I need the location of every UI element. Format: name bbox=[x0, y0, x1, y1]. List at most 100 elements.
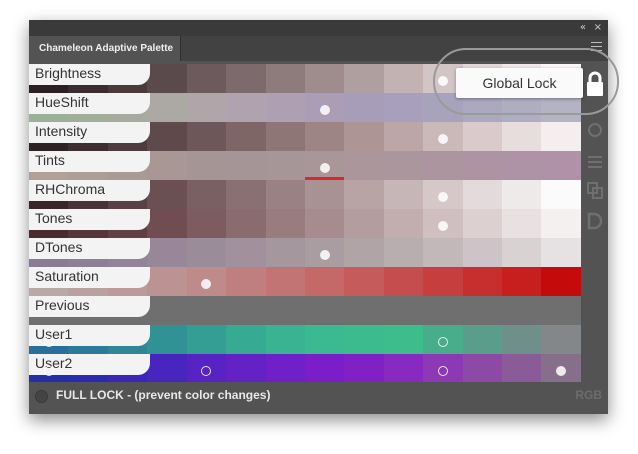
color-swatch[interactable] bbox=[462, 267, 503, 296]
color-mode-label[interactable]: RGB bbox=[575, 387, 602, 403]
color-swatch[interactable] bbox=[147, 151, 187, 180]
color-swatch[interactable] bbox=[304, 64, 345, 93]
color-swatch[interactable] bbox=[265, 122, 305, 151]
color-swatch[interactable] bbox=[462, 238, 503, 267]
color-swatch[interactable] bbox=[186, 180, 227, 209]
color-swatch[interactable] bbox=[344, 151, 384, 180]
color-swatch[interactable] bbox=[186, 238, 227, 267]
color-swatch[interactable] bbox=[186, 151, 227, 180]
color-swatch[interactable] bbox=[344, 180, 384, 209]
color-swatch[interactable] bbox=[147, 238, 187, 267]
color-swatch[interactable] bbox=[541, 267, 581, 296]
color-swatch[interactable] bbox=[423, 296, 463, 325]
color-swatch[interactable] bbox=[226, 180, 266, 209]
color-swatch[interactable] bbox=[502, 354, 542, 383]
color-swatch[interactable] bbox=[344, 325, 384, 354]
collapse-panel-button[interactable]: « bbox=[580, 21, 586, 35]
color-swatch[interactable] bbox=[186, 209, 227, 238]
color-swatch[interactable] bbox=[304, 325, 345, 354]
row-label-tones[interactable]: Tones bbox=[29, 209, 150, 230]
color-swatch[interactable] bbox=[502, 209, 542, 238]
color-swatch[interactable] bbox=[186, 296, 227, 325]
color-swatch[interactable] bbox=[541, 325, 581, 354]
color-swatch[interactable] bbox=[265, 209, 305, 238]
color-swatch[interactable] bbox=[226, 64, 266, 93]
color-swatch[interactable] bbox=[541, 296, 581, 325]
row-label-saturation[interactable]: Saturation bbox=[29, 267, 150, 288]
color-swatch[interactable] bbox=[265, 354, 305, 383]
panel-tab[interactable]: Chameleon Adaptive Palette bbox=[29, 36, 181, 61]
color-swatch[interactable] bbox=[462, 180, 503, 209]
color-swatch[interactable] bbox=[502, 325, 542, 354]
color-swatch[interactable] bbox=[147, 267, 187, 296]
global-lock-button[interactable]: Global Lock bbox=[456, 68, 583, 98]
color-swatch[interactable] bbox=[304, 209, 345, 238]
color-swatch[interactable] bbox=[226, 267, 266, 296]
color-swatch[interactable] bbox=[344, 93, 384, 122]
color-swatch[interactable] bbox=[226, 209, 266, 238]
color-swatch[interactable] bbox=[541, 180, 581, 209]
close-panel-button[interactable]: × bbox=[594, 21, 602, 35]
color-swatch[interactable] bbox=[344, 238, 384, 267]
color-swatch[interactable] bbox=[502, 151, 542, 180]
color-swatch[interactable] bbox=[186, 122, 227, 151]
color-swatch[interactable] bbox=[541, 209, 581, 238]
color-swatch[interactable] bbox=[462, 325, 503, 354]
color-swatch[interactable] bbox=[147, 209, 187, 238]
color-swatch[interactable] bbox=[462, 209, 503, 238]
row-label-previous[interactable]: Previous bbox=[29, 296, 150, 317]
color-swatch[interactable] bbox=[265, 180, 305, 209]
color-swatch[interactable] bbox=[344, 354, 384, 383]
color-swatch[interactable] bbox=[462, 296, 503, 325]
color-swatch[interactable] bbox=[265, 238, 305, 267]
color-swatch[interactable] bbox=[304, 180, 345, 209]
color-swatch[interactable] bbox=[147, 122, 187, 151]
row-label-hueshift[interactable]: HueShift bbox=[29, 93, 150, 114]
color-swatch[interactable] bbox=[226, 151, 266, 180]
color-swatch[interactable] bbox=[383, 64, 424, 93]
list-icon[interactable] bbox=[587, 154, 603, 170]
row-label-rhchroma[interactable]: RHChroma bbox=[29, 180, 150, 201]
color-swatch[interactable] bbox=[226, 238, 266, 267]
color-swatch[interactable] bbox=[265, 64, 305, 93]
color-swatch[interactable] bbox=[383, 122, 424, 151]
color-swatch[interactable] bbox=[265, 296, 305, 325]
color-swatch[interactable] bbox=[383, 296, 424, 325]
color-swatch[interactable] bbox=[226, 354, 266, 383]
color-swatch[interactable] bbox=[147, 93, 187, 122]
row-label-brightness[interactable]: Brightness bbox=[29, 64, 150, 85]
color-swatch[interactable] bbox=[226, 325, 266, 354]
color-swatch[interactable] bbox=[265, 325, 305, 354]
color-swatch[interactable] bbox=[502, 238, 542, 267]
color-swatch[interactable] bbox=[186, 93, 227, 122]
color-swatch[interactable] bbox=[423, 151, 463, 180]
color-swatch[interactable] bbox=[265, 93, 305, 122]
full-lock-checkbox[interactable] bbox=[35, 390, 48, 403]
color-swatch[interactable] bbox=[462, 151, 503, 180]
color-swatch[interactable] bbox=[502, 122, 542, 151]
color-swatch[interactable] bbox=[147, 64, 187, 93]
copy-icon[interactable] bbox=[587, 182, 603, 200]
color-swatch[interactable] bbox=[344, 296, 384, 325]
row-label-intensity[interactable]: Intensity bbox=[29, 122, 150, 143]
color-swatch[interactable] bbox=[502, 296, 542, 325]
color-swatch[interactable] bbox=[304, 354, 345, 383]
color-swatch[interactable] bbox=[541, 122, 581, 151]
color-swatch[interactable] bbox=[226, 296, 266, 325]
color-swatch[interactable] bbox=[344, 122, 384, 151]
color-swatch[interactable] bbox=[541, 238, 581, 267]
color-swatch[interactable] bbox=[147, 296, 187, 325]
color-swatch[interactable] bbox=[383, 209, 424, 238]
color-swatch[interactable] bbox=[423, 267, 463, 296]
color-swatch[interactable] bbox=[304, 267, 345, 296]
color-swatch[interactable] bbox=[344, 209, 384, 238]
color-swatch[interactable] bbox=[344, 267, 384, 296]
color-swatch[interactable] bbox=[304, 296, 345, 325]
color-swatch[interactable] bbox=[462, 122, 503, 151]
lock-icon[interactable] bbox=[584, 70, 606, 98]
target-icon[interactable] bbox=[587, 122, 603, 138]
color-swatch[interactable] bbox=[541, 151, 581, 180]
color-swatch[interactable] bbox=[383, 267, 424, 296]
color-swatch[interactable] bbox=[226, 93, 266, 122]
color-swatch[interactable] bbox=[383, 180, 424, 209]
